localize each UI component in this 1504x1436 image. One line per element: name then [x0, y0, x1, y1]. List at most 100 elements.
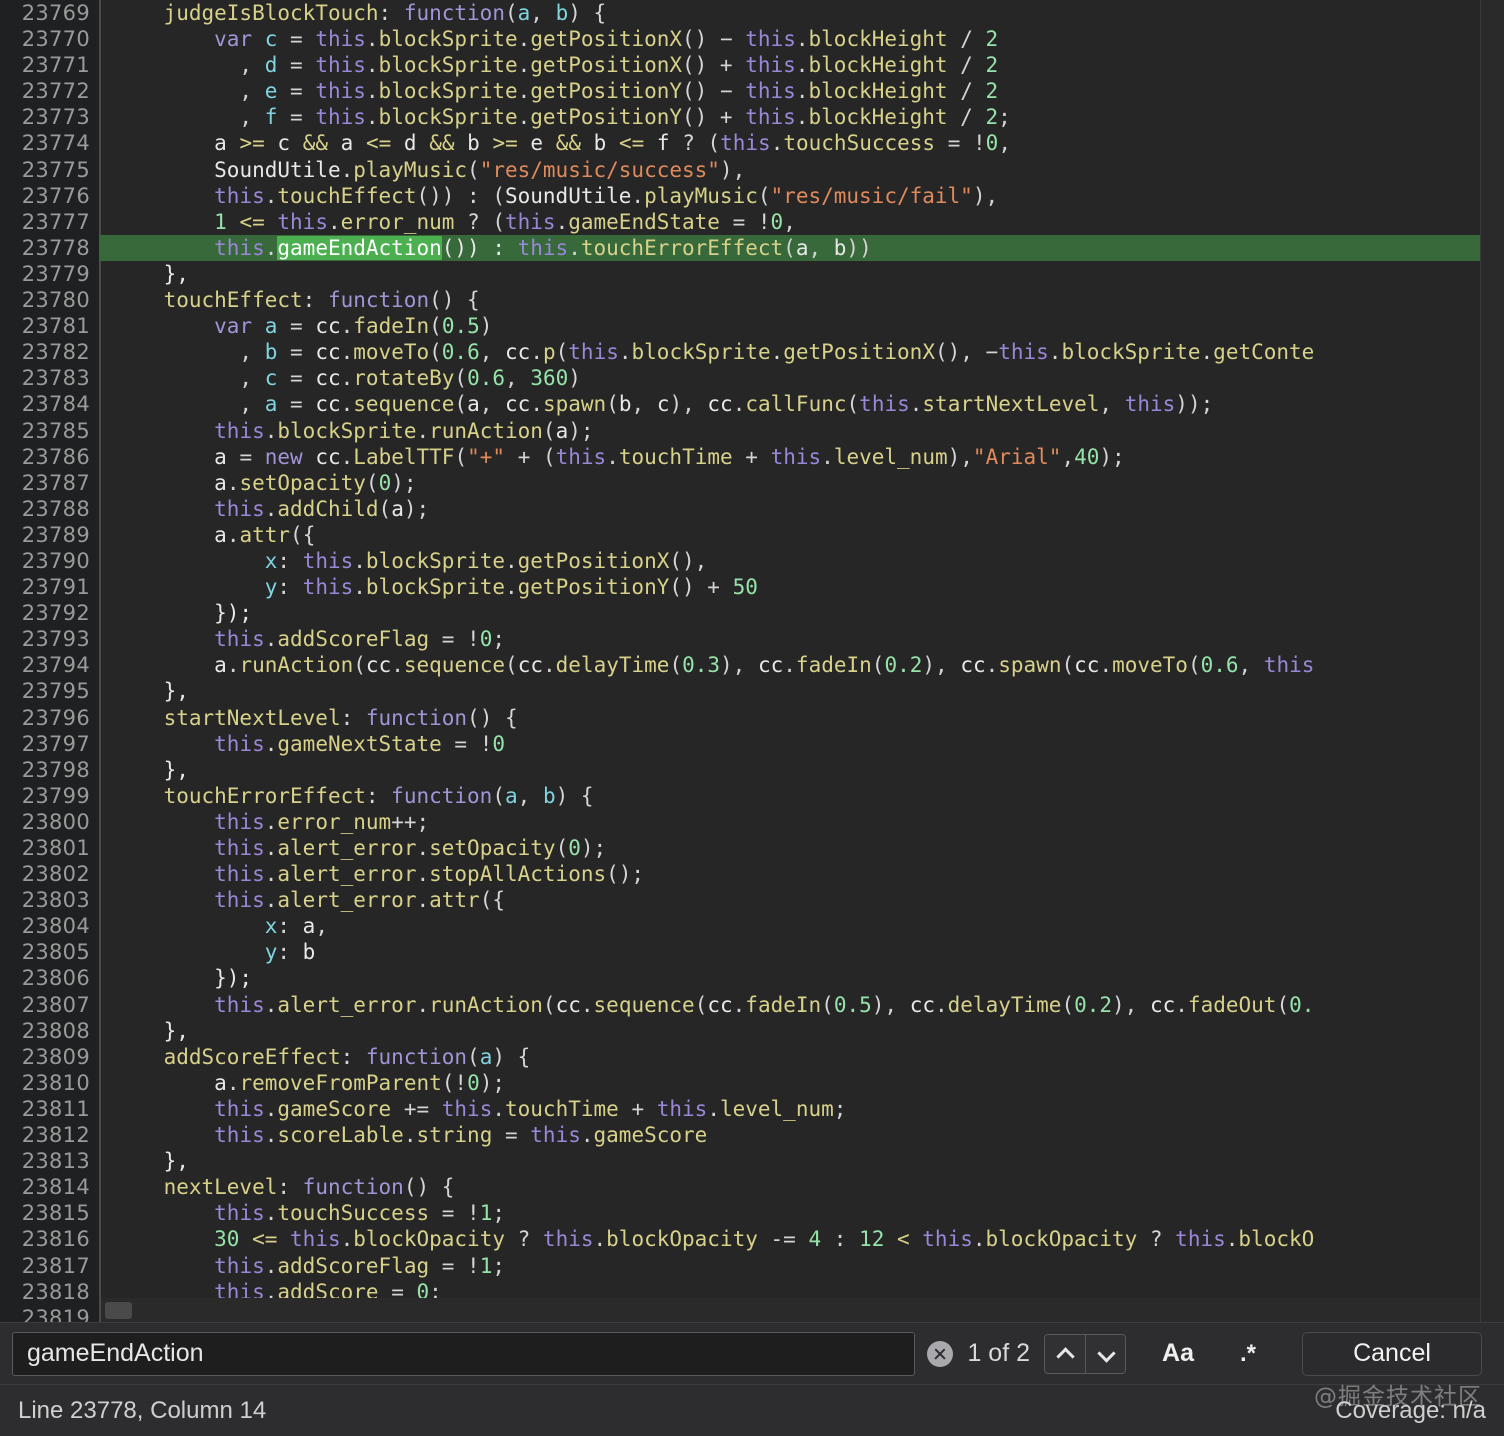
find-previous-button[interactable] [1045, 1334, 1086, 1373]
code-line[interactable]: 23807 this.alert_error.runAction(cc.sequ… [0, 991, 1504, 1018]
code-line[interactable]: 23770 var c = this.blockSprite.getPositi… [0, 26, 1504, 53]
code-line[interactable]: 23801 this.alert_error.setOpacity(0); [0, 835, 1504, 862]
code-line[interactable]: 23794 a.runAction(cc.sequence(cc.delayTi… [0, 652, 1504, 679]
code-line[interactable]: 23816 30 <= this.blockOpacity ? this.blo… [0, 1226, 1504, 1253]
code-line[interactable]: 23812 this.scoreLable.string = this.game… [0, 1122, 1504, 1149]
clear-search-button[interactable] [915, 1323, 965, 1385]
code-text: 1 <= this.error_num ? (this.gameEndState… [99, 209, 796, 235]
code-line[interactable]: 23796 startNextLevel: function() { [0, 704, 1504, 731]
code-line[interactable]: 23811 this.gameScore += this.touchTime +… [0, 1095, 1504, 1123]
code-line[interactable]: 23799 touchErrorEffect: function(a, b) { [0, 782, 1504, 809]
code-token: >= [479, 131, 531, 156]
code-line[interactable]: 23771 , d = this.blockSprite.getPosition… [0, 52, 1504, 79]
code-line[interactable]: 23817 this.addScoreFlag = !1; [0, 1252, 1504, 1279]
code-line[interactable]: 23804 x: a, [0, 913, 1504, 940]
line-number: 23810 [0, 1069, 99, 1096]
code-line[interactable]: 23778 this.gameEndAction()) : this.touch… [0, 234, 1504, 261]
code-token: ), [1112, 992, 1150, 1017]
code-token: <= [606, 131, 657, 156]
code-line[interactable]: 23795 }, [0, 678, 1504, 705]
code-token: . [340, 444, 354, 469]
code-token: this [214, 496, 265, 521]
code-token: 30 [214, 1227, 240, 1252]
code-line[interactable]: 23772 , e = this.blockSprite.getPosition… [0, 78, 1504, 105]
code-line[interactable]: 23806 }); [0, 965, 1504, 992]
code-token: . [517, 27, 531, 52]
code-token: blockOpacity [353, 1227, 505, 1252]
code-text: this.gameScore += this.touchTime + this.… [99, 1096, 846, 1122]
code-token: ), [922, 653, 961, 678]
code-line[interactable]: 23787 a.setOpacity(0); [0, 469, 1504, 496]
code-line[interactable]: 23775 SoundUtile.playMusic("res/music/su… [0, 156, 1504, 183]
code-text: this.addScoreFlag = !1; [99, 1253, 505, 1279]
code-token: c [264, 27, 278, 52]
code-line[interactable]: 23769 judgeIsBlockTouch: function(a, b) … [0, 0, 1504, 27]
code-token: this [214, 1123, 265, 1148]
editor-pane[interactable]: 23769 judgeIsBlockTouch: function(a, b) … [0, 0, 1504, 1322]
code-line[interactable]: 23815 this.touchSuccess = !1; [0, 1200, 1504, 1227]
code-text: a.runAction(cc.sequence(cc.delayTime(0.3… [99, 652, 1314, 678]
code-line[interactable]: 23814 nextLevel: function() { [0, 1174, 1504, 1201]
code-line[interactable]: 23792 }); [0, 600, 1504, 627]
code-line[interactable]: 23777 1 <= this.error_num ? (this.gameEn… [0, 208, 1504, 235]
code-token: runAction [239, 653, 354, 678]
code-token: this [745, 105, 796, 130]
code-content[interactable]: 23769 judgeIsBlockTouch: function(a, b) … [0, 0, 1504, 1322]
search-input[interactable] [12, 1331, 916, 1376]
code-token: a [479, 1044, 493, 1069]
cancel-button[interactable]: Cancel [1302, 1331, 1482, 1376]
code-token: gameNextState [277, 731, 442, 756]
code-line[interactable]: 23782 , b = cc.moveTo(0.6, cc.p(this.blo… [0, 339, 1504, 366]
code-line[interactable]: 23781 var a = cc.fadeIn(0.5) [0, 313, 1504, 340]
code-line[interactable]: 23776 this.touchEffect()) : (SoundUtile.… [0, 182, 1504, 209]
search-match-highlight: gameEndAction [277, 235, 442, 260]
code-line[interactable]: 23788 this.addChild(a); [0, 495, 1504, 522]
code-token: a [214, 1070, 227, 1095]
code-line[interactable]: 23773 , f = this.blockSprite.getPosition… [0, 104, 1504, 131]
code-token: : [821, 1227, 860, 1252]
code-token: . [340, 157, 354, 182]
code-token: 0.2 [884, 653, 923, 678]
code-line[interactable]: 23785 this.blockSprite.runAction(a); [0, 417, 1504, 444]
code-line[interactable]: 23808 }, [0, 1017, 1504, 1044]
code-line[interactable]: 23809 addScoreEffect: function(a) { [0, 1043, 1504, 1070]
horizontal-scrollbar[interactable] [101, 1298, 1480, 1322]
code-line[interactable]: 23813 }, [0, 1148, 1504, 1175]
code-line[interactable]: 23798 }, [0, 756, 1504, 783]
code-line[interactable]: 23791 y: this.blockSprite.getPositionY()… [0, 574, 1504, 601]
code-line[interactable]: 23774 a >= c && a <= d && b >= e && b <=… [0, 130, 1504, 157]
code-token: }); [113, 966, 253, 991]
code-line[interactable]: 23779 }, [0, 260, 1504, 288]
code-token: ( [492, 783, 505, 808]
use-regex-button[interactable]: .* [1230, 1340, 1266, 1368]
code-line[interactable]: 23797 this.gameNextState = !0 [0, 730, 1504, 757]
match-case-button[interactable]: Aa [1152, 1339, 1204, 1368]
horizontal-scrollbar-thumb[interactable] [105, 1302, 132, 1319]
code-token: , [479, 392, 506, 417]
code-token: . [264, 888, 278, 913]
code-line[interactable]: 23780 touchEffect: function() { [0, 287, 1504, 314]
code-line[interactable]: 23793 this.addScoreFlag = !0; [0, 626, 1504, 653]
code-line[interactable]: 23800 this.error_num++; [0, 808, 1504, 835]
code-token: : [378, 1, 404, 25]
code-line[interactable]: 23789 a.attr({ [0, 521, 1504, 548]
code-line[interactable]: 23805 y: b [0, 939, 1504, 966]
code-token: touchEffect [277, 183, 417, 208]
code-line[interactable]: 23786 a = new cc.LabelTTF("+" + (this.to… [0, 443, 1504, 470]
find-next-button[interactable] [1085, 1334, 1126, 1373]
code-token: getPositionX [530, 53, 682, 78]
code-line[interactable]: 23783 , c = cc.rotateBy(0.6, 360) [0, 365, 1504, 392]
code-token: . [264, 418, 278, 443]
code-token: blockHeight [808, 105, 948, 130]
code-line[interactable]: 23790 x: this.blockSprite.getPositionX()… [0, 547, 1504, 575]
code-line[interactable]: 23784 , a = cc.sequence(a, cc.spawn(b, c… [0, 391, 1504, 418]
vertical-scrollbar[interactable] [1480, 0, 1504, 1322]
code-token: . [264, 1201, 278, 1226]
code-line[interactable]: 23802 this.alert_error.stopAllActions(); [0, 861, 1504, 888]
code-token: sequence [593, 992, 695, 1017]
code-line[interactable]: 23810 a.removeFromParent(!0); [0, 1069, 1504, 1096]
line-number: 23775 [0, 156, 99, 183]
code-line[interactable]: 23803 this.alert_error.attr({ [0, 887, 1504, 914]
